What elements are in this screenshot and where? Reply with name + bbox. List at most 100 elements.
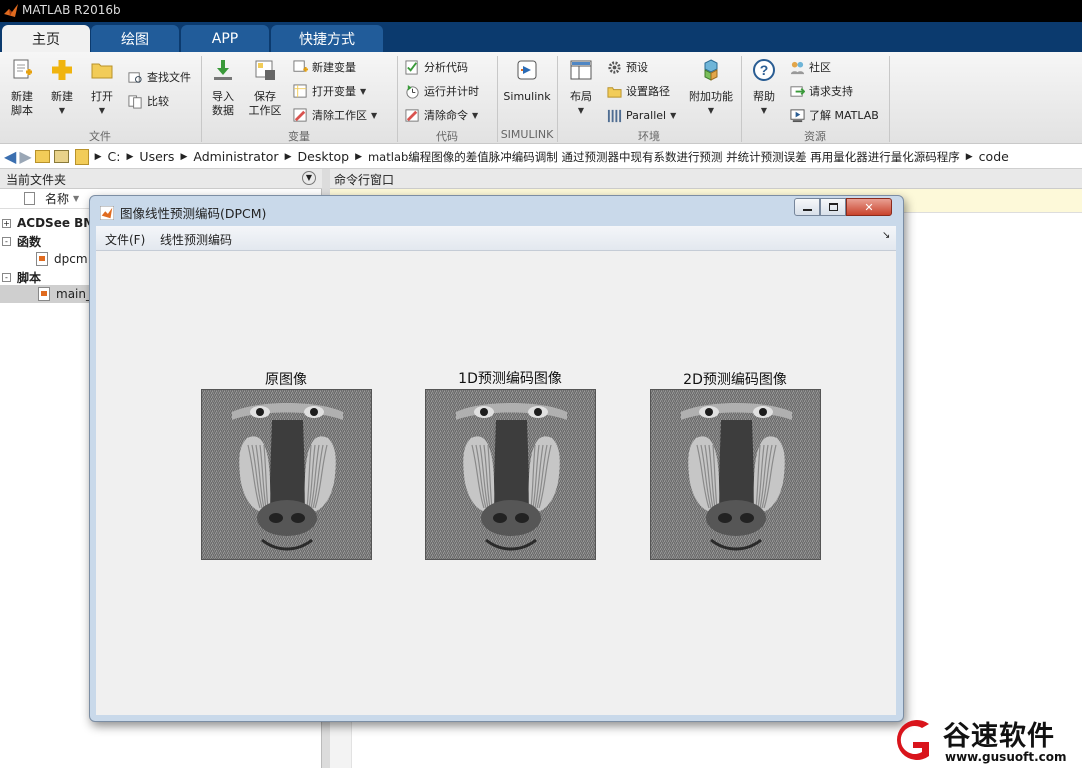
panel-menu-icon[interactable]: ▼ (302, 171, 316, 185)
collapse-minus-icon[interactable]: - (2, 236, 11, 246)
tree-item-group[interactable]: - 脚本 (2, 269, 41, 285)
tree-item-label: 函数 (17, 234, 42, 249)
new-script-button[interactable]: 新建 脚本 (2, 58, 42, 118)
import-data-label: 导入 数据 (212, 90, 234, 117)
set-path-label: 设置路径 (626, 85, 670, 98)
addons-label: 附加功能 (689, 90, 733, 103)
clear-commands-label: 清除命令 (424, 109, 468, 122)
breadcrumb-segment[interactable]: Desktop (298, 149, 350, 164)
variable-group-label: 变量 (288, 130, 310, 143)
new-button[interactable]: 新建 ▼ (42, 58, 82, 118)
collapse-minus-icon[interactable]: - (2, 272, 11, 282)
learn-matlab-icon (790, 108, 805, 122)
folder-icon (91, 63, 113, 79)
command-window-title: 命令行窗口 (334, 173, 395, 187)
save-workspace-button[interactable]: 保存 工作区 (245, 58, 285, 118)
tree-item-label: ACDSee BM (17, 216, 96, 230)
breadcrumb-segment[interactable]: code (979, 149, 1009, 164)
resources-group-label: 资源 (804, 130, 826, 143)
mandrill-image (651, 390, 820, 559)
tree-item-group[interactable]: + ACDSee BM (2, 215, 95, 231)
simulink-icon (517, 60, 537, 80)
gear-icon (608, 60, 621, 74)
window-title: MATLAB R2016b (22, 3, 121, 17)
import-data-button[interactable]: 导入 数据 (203, 58, 243, 118)
chevron-right-icon: ▶ (355, 151, 362, 162)
parallel-button[interactable]: Parallel ▼ (607, 106, 676, 124)
clear-workspace-icon (293, 107, 307, 122)
browse-folder-icon[interactable] (53, 150, 69, 163)
open-variable-button[interactable]: 打开变量 ▼ (293, 82, 366, 100)
forward-icon[interactable]: ▶ (19, 147, 31, 166)
clear-commands-button[interactable]: 清除命令 ▼ (405, 106, 478, 124)
clear-workspace-label: 清除工作区 (312, 109, 367, 122)
analyze-code-icon (405, 59, 418, 75)
mandrill-image (426, 390, 595, 559)
simulink-label: Simulink (503, 90, 551, 103)
find-files-button[interactable]: 查找文件 (128, 68, 191, 86)
tab-plots[interactable]: 绘图 (91, 25, 179, 52)
set-path-button[interactable]: 设置路径 (607, 82, 670, 100)
set-path-icon (607, 86, 622, 98)
ribbon-divider (889, 56, 890, 142)
community-button[interactable]: 社区 (790, 58, 831, 76)
layout-icon (570, 60, 592, 80)
help-button[interactable]: ? 帮助 ▼ (744, 58, 784, 118)
chevron-down-icon: ▼ (760, 106, 768, 115)
dock-arrow-icon[interactable]: ↘ (882, 230, 890, 241)
title-bar: MATLAB R2016b (0, 0, 1082, 22)
clear-workspace-button[interactable]: 清除工作区 ▼ (293, 106, 377, 124)
chevron-right-icon: ▶ (965, 151, 973, 162)
learn-matlab-button[interactable]: 了解 MATLAB (790, 106, 879, 124)
breadcrumb-segment[interactable]: Users (139, 149, 174, 164)
figure-canvas: 原图像 1D预测编码图像 2D预测编码图像 (96, 251, 896, 715)
request-support-button[interactable]: 请求支持 (790, 82, 853, 100)
preferences-button[interactable]: 预设 (607, 58, 648, 76)
find-files-icon (128, 71, 142, 83)
tree-item-group[interactable]: - 函数 (2, 233, 41, 249)
open-button[interactable]: 打开 ▼ (82, 58, 122, 118)
layout-button[interactable]: 布局 ▼ (561, 58, 601, 118)
breadcrumb-segment[interactable]: matlab编程图像的差值脉冲编码调制 通过预测器中现有系数进行预测 并统计预测… (368, 149, 960, 165)
mandrill-image (202, 390, 371, 559)
up-folder-icon[interactable] (34, 150, 50, 163)
request-support-label: 请求支持 (809, 85, 853, 98)
menu-linear-predictive-coding[interactable]: 线性预测编码 (160, 231, 232, 248)
image-original (201, 389, 372, 560)
watermark-name: 谷速软件 (943, 721, 1055, 752)
chevron-right-icon: ▶ (126, 151, 134, 162)
close-button[interactable]: ✕ (846, 198, 892, 216)
run-and-time-button[interactable]: 运行并计时 (405, 82, 479, 100)
new-variable-button[interactable]: 新建变量 (293, 58, 356, 76)
compare-button[interactable]: 比较 (128, 92, 169, 110)
community-label: 社区 (809, 61, 831, 74)
tab-shortcuts[interactable]: 快捷方式 (271, 25, 383, 52)
axes-title-original: 原图像 (265, 372, 307, 388)
breadcrumb-segment[interactable]: C: (108, 149, 121, 164)
simulink-button[interactable]: Simulink (503, 58, 551, 104)
run-and-time-icon (406, 84, 419, 99)
new-script-icon (13, 59, 32, 79)
chevron-right-icon: ▶ (284, 151, 292, 162)
tree-item-label: 脚本 (17, 270, 42, 285)
back-icon[interactable]: ◀ (4, 147, 16, 166)
tab-home[interactable]: 主页 (2, 25, 90, 52)
tab-apps[interactable]: APP (181, 25, 269, 52)
script-file-icon (38, 287, 50, 301)
tree-item-file[interactable]: dpcm (36, 251, 88, 267)
maximize-button[interactable] (820, 198, 846, 216)
parallel-icon (607, 109, 622, 122)
chevron-down-icon: ▼ (58, 106, 66, 115)
svg-text:?: ? (760, 62, 769, 78)
analyze-code-button[interactable]: 分析代码 (405, 58, 468, 76)
image-1d-dpcm (425, 389, 596, 560)
minimize-button[interactable] (794, 198, 820, 216)
new-variable-icon (293, 59, 308, 72)
preferences-label: 预设 (626, 61, 648, 74)
expand-plus-icon[interactable]: + (2, 218, 11, 228)
request-support-icon (790, 85, 805, 97)
menu-file[interactable]: 文件(F) (105, 231, 145, 248)
file-group-label: 文件 (89, 130, 111, 143)
addons-button[interactable]: 附加功能 ▼ (687, 58, 735, 118)
breadcrumb-segment[interactable]: Administrator (193, 149, 278, 164)
